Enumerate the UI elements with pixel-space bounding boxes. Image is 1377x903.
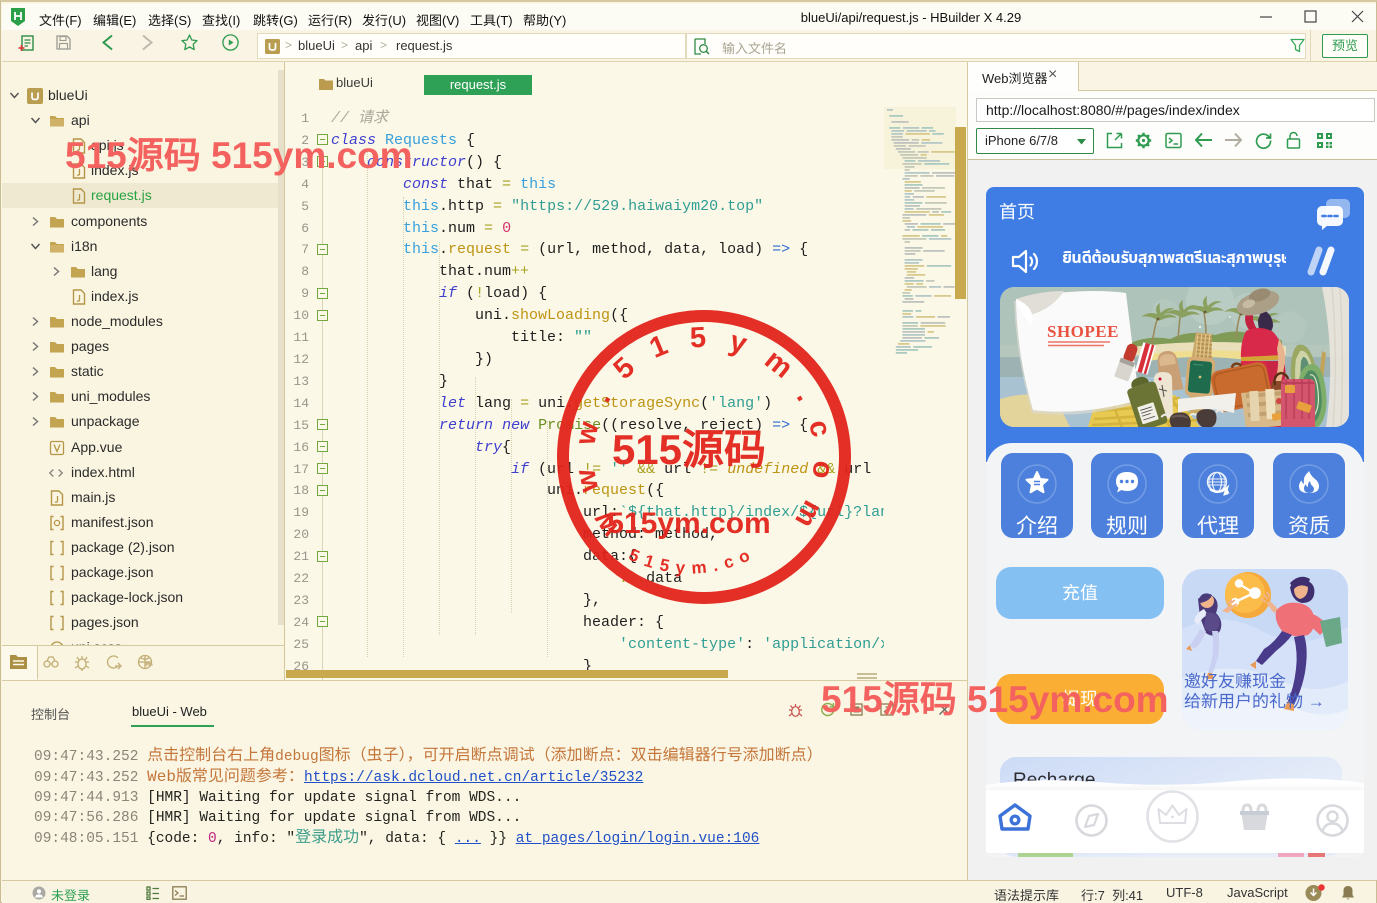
svg-text:SHOPEE: SHOPEE bbox=[1047, 322, 1119, 341]
svg-text:515ym.com: 515ym.com bbox=[607, 507, 770, 540]
svg-text:515源码: 515源码 bbox=[612, 426, 766, 473]
